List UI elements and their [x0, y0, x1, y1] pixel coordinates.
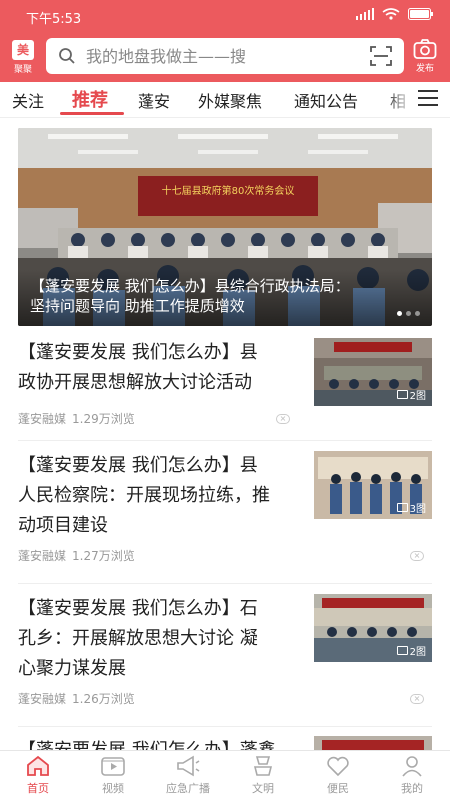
- tab-foreign-media[interactable]: 外媒聚焦: [198, 88, 262, 112]
- nav-video[interactable]: 视频: [78, 754, 148, 796]
- news-meta: 蓬安融媒 1.26万浏览: [18, 690, 135, 707]
- news-meta: 蓬安融媒 1.27万浏览: [18, 547, 135, 564]
- carousel-indicator: [397, 311, 420, 316]
- broadcast-icon: [177, 755, 200, 777]
- search-bar[interactable]: [46, 38, 404, 74]
- app-logo-icon: 美: [12, 40, 34, 60]
- civilization-icon: [253, 756, 273, 776]
- news-source: 蓬安融媒: [18, 549, 67, 563]
- divider: [18, 583, 432, 584]
- news-thumbnail: 2图: [314, 338, 432, 406]
- active-tab-indicator: [60, 112, 124, 115]
- signal-icon: [356, 8, 374, 20]
- image-icon: [396, 503, 408, 512]
- heart-icon: [327, 756, 349, 777]
- news-title: 【蓬安要发展 我们怎么办】蓬鑫: [18, 736, 318, 750]
- news-title: 【蓬安要发展 我们怎么办】县 人民检察院：开展现场拉练，推 动项目建设: [18, 455, 270, 536]
- hero-banner-text: 十七届县政府第80次常务会议: [162, 184, 295, 197]
- status-bar: 下午5:53: [0, 0, 450, 32]
- tabs-menu-icon[interactable]: [418, 90, 438, 108]
- battery-icon: [408, 8, 433, 20]
- tab-follow[interactable]: 关注: [12, 88, 44, 112]
- news-thumbnail: 2图: [314, 594, 432, 662]
- publish-label: 发布: [415, 64, 434, 74]
- nav-home[interactable]: 首页: [3, 754, 73, 796]
- app-screen: 下午5:53 美 聚聚 发布 关注 推荐: [0, 0, 450, 800]
- image-count-badge: 2图: [396, 387, 426, 402]
- user-icon: [402, 756, 422, 777]
- news-source: 蓬安融媒: [18, 692, 67, 706]
- hero-caption-line-2: 坚持问题导向 助推工作提质增效: [30, 297, 245, 315]
- publish-button[interactable]: 发布: [408, 38, 442, 76]
- news-item[interactable]: 【蓬安要发展 我们怎么办】县 政协开展思想解放大讨论活动 蓬安融媒 1.29万浏览…: [18, 338, 432, 443]
- divider: [18, 726, 432, 727]
- home-icon: [27, 755, 49, 776]
- app-logo-label: 聚聚: [13, 65, 32, 75]
- video-icon: [101, 757, 125, 776]
- status-icons: [356, 8, 434, 20]
- tab-notices[interactable]: 通知公告: [294, 88, 358, 112]
- camera-icon: [413, 39, 437, 59]
- status-time: 下午5:53: [26, 12, 82, 27]
- dismiss-icon[interactable]: ×: [410, 551, 424, 561]
- news-title: 【蓬安要发展 我们怎么办】石 孔乡：开展解放思想大讨论 凝 心聚力谋发展: [18, 598, 258, 679]
- news-meta: 蓬安融媒 1.29万浏览: [18, 410, 135, 427]
- dismiss-icon[interactable]: ×: [276, 414, 290, 424]
- nav-convenience[interactable]: 便民: [303, 754, 373, 796]
- news-thumbnail: [314, 736, 432, 750]
- nav-profile[interactable]: 我的: [377, 754, 447, 796]
- hero-carousel[interactable]: 十七届县政府第80次常务会议 【蓬安要发展 我们怎么办】县综合行政执法局： 坚持…: [18, 128, 432, 326]
- tab-recommend[interactable]: 推荐: [72, 86, 108, 112]
- news-item[interactable]: 【蓬安要发展 我们怎么办】蓬鑫: [18, 736, 432, 750]
- image-count-badge: 3图: [396, 500, 426, 515]
- tabs-fade: [384, 82, 414, 117]
- news-thumbnail: 3图: [314, 451, 432, 519]
- app-logo-button[interactable]: 美 聚聚: [10, 40, 36, 75]
- image-icon: [396, 646, 408, 655]
- news-feed[interactable]: 十七届县政府第80次常务会议 【蓬安要发展 我们怎么办】县综合行政执法局： 坚持…: [0, 118, 450, 750]
- divider: [18, 440, 432, 441]
- news-item[interactable]: 【蓬安要发展 我们怎么办】县 人民检察院：开展现场拉练，推 动项目建设 蓬安融媒…: [18, 451, 432, 581]
- nav-civilization[interactable]: 文明: [228, 754, 298, 796]
- dismiss-icon[interactable]: ×: [410, 694, 424, 704]
- search-icon: [59, 48, 75, 64]
- news-source: 蓬安融媒: [18, 412, 67, 426]
- image-icon: [396, 390, 408, 399]
- hero-caption-line-1: 【蓬安要发展 我们怎么办】县综合行政执法局：: [30, 277, 350, 295]
- search-row: 美 聚聚 发布: [0, 36, 450, 78]
- nav-emergency-broadcast[interactable]: 应急广播: [153, 754, 223, 796]
- tab-pengan[interactable]: 蓬安: [138, 88, 170, 112]
- category-tabs: 关注 推荐 蓬安 外媒聚焦 通知公告 相: [0, 82, 450, 118]
- news-views: 1.26万浏览: [72, 692, 135, 706]
- image-count-badge: 2图: [396, 643, 426, 658]
- news-title: 【蓬安要发展 我们怎么办】县 政协开展思想解放大讨论活动: [18, 342, 258, 393]
- top-header: 下午5:53 美 聚聚 发布: [0, 0, 450, 82]
- wifi-icon: [382, 8, 400, 20]
- bottom-navigation: 首页 视频 应急广播 文明 便民 我的: [0, 750, 450, 800]
- thumbnail-image: [314, 736, 432, 750]
- news-views: 1.27万浏览: [72, 549, 135, 563]
- scan-icon[interactable]: [370, 46, 392, 66]
- news-item[interactable]: 【蓬安要发展 我们怎么办】石 孔乡：开展解放思想大讨论 凝 心聚力谋发展 蓬安融…: [18, 594, 432, 724]
- news-views: 1.29万浏览: [72, 412, 135, 426]
- hero-caption: 【蓬安要发展 我们怎么办】县综合行政执法局： 坚持问题导向 助推工作提质增效: [18, 270, 432, 326]
- search-input[interactable]: [86, 38, 356, 74]
